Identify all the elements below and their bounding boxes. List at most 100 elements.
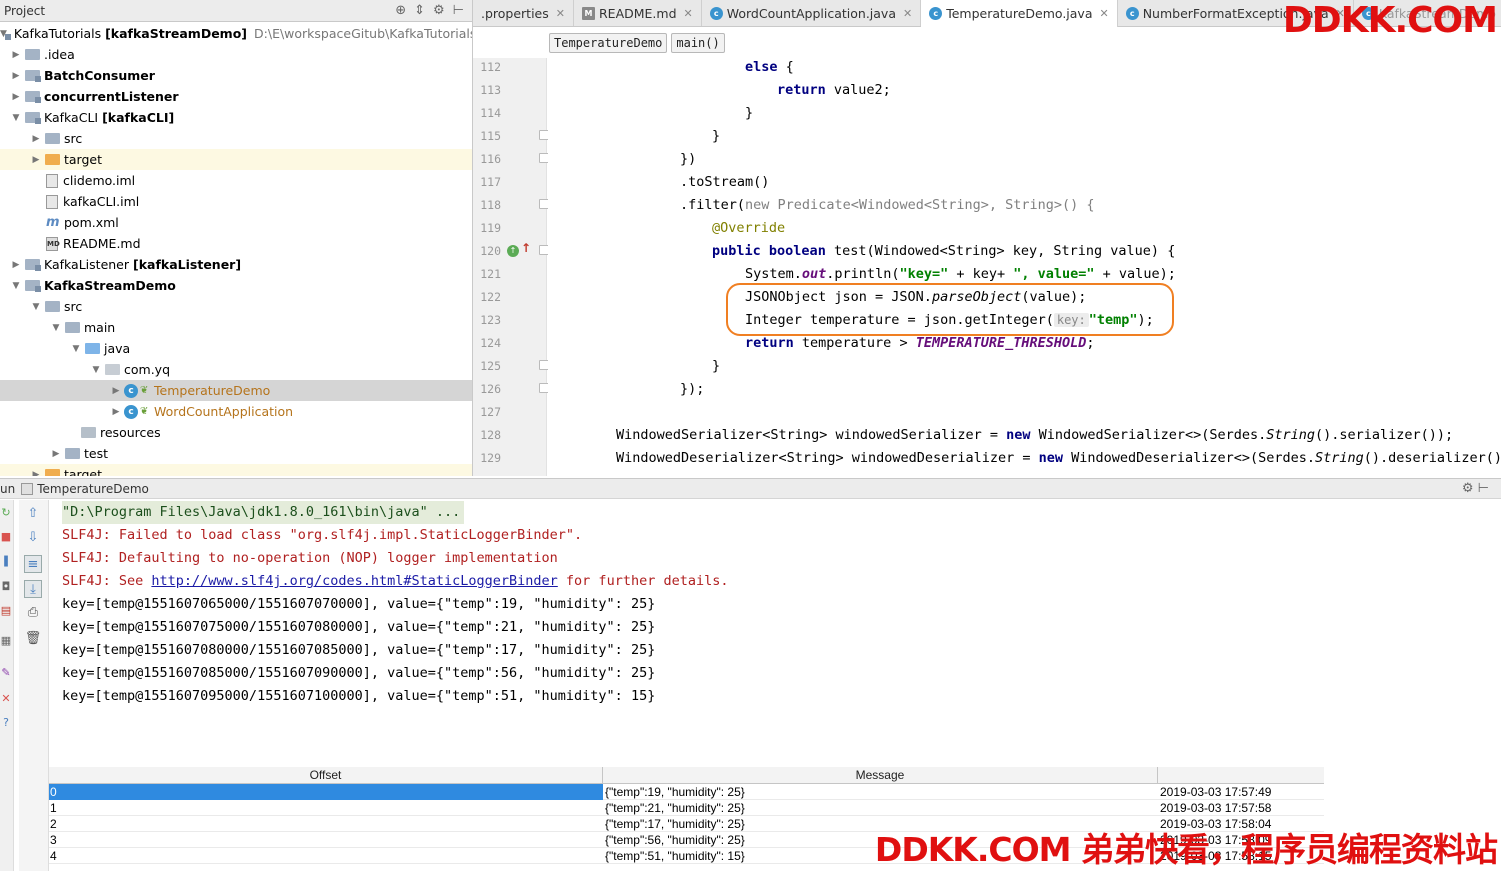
tree-item-target-2[interactable]: ▶ target	[0, 464, 472, 476]
override-arrow-icon[interactable]: ↑	[521, 241, 531, 255]
code-line-116: })	[680, 151, 697, 167]
table-row[interactable]: 0 {"temp":19, "humidity": 25} 2019-03-03…	[49, 784, 1324, 800]
tree-item-kafkacli-iml[interactable]: kafkaCLI.iml	[0, 191, 472, 212]
arrow-down-icon[interactable]: ⇩	[24, 529, 42, 547]
tree-item-java[interactable]: ▼ java	[0, 338, 472, 359]
keyword: public	[712, 243, 761, 259]
tree-item-kafkastreamdemo[interactable]: ▼ KafkaStreamDemo	[0, 275, 472, 296]
tab-temperaturedemo[interactable]: c TemperatureDemo.java ✕	[921, 0, 1118, 27]
tree-item-idea[interactable]: ▶ .idea	[0, 44, 472, 65]
close-icon[interactable]: ✕	[0, 692, 12, 705]
print-icon[interactable]: ⎙	[24, 604, 42, 622]
tree-item-temperaturedemo[interactable]: ▶ c ❦ TemperatureDemo	[0, 380, 472, 401]
watermark-top: DDKK.COM	[1282, 0, 1498, 41]
implements-method-icon[interactable]: ↑	[507, 245, 519, 257]
scroll-to-end-icon[interactable]: ⤓	[24, 580, 42, 598]
tree-item-target[interactable]: ▶ target	[0, 149, 472, 170]
table-row[interactable]: 1 {"temp":21, "humidity": 25} 2019-03-03…	[49, 800, 1324, 816]
hide-panel-icon[interactable]: ⊢	[453, 3, 464, 18]
tree-item-wordcountapplication[interactable]: ▶ c ❦ WordCountApplication	[0, 401, 472, 422]
tree-item-concurrentlistener[interactable]: ▶ concurrentListener	[0, 86, 472, 107]
expand-arrow-icon[interactable]: ▼	[90, 365, 102, 375]
expand-arrow-icon[interactable]: ▼	[30, 302, 42, 312]
expand-arrow-icon[interactable]: ▼	[70, 344, 82, 354]
tree-item-test[interactable]: ▶ test	[0, 443, 472, 464]
console-output[interactable]: "D:\Program Files\Java\jdk1.8.0_161\bin\…	[50, 500, 1501, 765]
code-line-129: WindowedDeserializer<String> windowedDes…	[616, 447, 1501, 470]
tab-readme[interactable]: M README.md ✕	[574, 0, 702, 26]
dump-threads-icon[interactable]: ▦	[0, 634, 12, 647]
close-icon[interactable]: ✕	[1099, 7, 1108, 20]
tree-item-pom-xml[interactable]: m pom.xml	[0, 212, 472, 233]
rerun-icon[interactable]: ↻	[0, 506, 12, 519]
module-folder-icon	[25, 259, 41, 271]
collapsed-arrow-icon[interactable]: ▶	[30, 155, 42, 165]
collapse-all-icon[interactable]: ⇕	[414, 3, 425, 18]
keyword: boolean	[768, 243, 826, 259]
tree-item-main[interactable]: ▼ main	[0, 317, 472, 338]
tree-item-kafkalistener[interactable]: ▶ KafkaListener [kafkaListener]	[0, 254, 472, 275]
run-settings-icon[interactable]: ⚙ ⊢	[1462, 481, 1489, 496]
settings-gear-icon[interactable]: ⚙	[433, 3, 445, 18]
collapsed-arrow-icon[interactable]: ▶	[50, 449, 62, 459]
stop-icon[interactable]: ■	[0, 530, 12, 543]
camera-icon[interactable]: ◘	[0, 580, 12, 593]
column-header-time[interactable]	[1158, 767, 1324, 784]
tree-item-src[interactable]: ▶ src	[0, 128, 472, 149]
help-icon[interactable]: ?	[0, 716, 12, 729]
scroll-from-source-icon[interactable]: ⊕	[395, 3, 406, 18]
expand-arrow-icon[interactable]: ▼	[10, 281, 22, 291]
tree-item-package[interactable]: ▼ com.yq	[0, 359, 472, 380]
folder-icon	[45, 301, 60, 312]
string-literal: "key="	[899, 266, 949, 282]
collapsed-arrow-icon[interactable]: ▶	[110, 407, 122, 417]
close-icon[interactable]: ✕	[556, 7, 565, 20]
console-link[interactable]: http://www.slf4j.org/codes.html#StaticLo…	[151, 573, 557, 589]
code-text: ;	[1086, 335, 1095, 351]
tree-item-clidemo-iml[interactable]: clidemo.iml	[0, 170, 472, 191]
code-editor[interactable]: else { return value2; } } }) .toStream()…	[548, 58, 1501, 476]
column-header-offset[interactable]: Offset	[49, 767, 603, 784]
run-config-name[interactable]: TemperatureDemo	[37, 482, 149, 496]
arrow-up-icon[interactable]: ⇧	[24, 505, 42, 523]
expand-arrow-icon[interactable]: ▼	[50, 323, 62, 333]
tree-item-resources[interactable]: resources	[0, 422, 472, 443]
line-number: 112	[480, 60, 501, 74]
column-header-message[interactable]: Message	[603, 767, 1158, 784]
collapsed-arrow-icon[interactable]: ▶	[10, 260, 22, 270]
excluded-folder-icon	[45, 469, 60, 476]
tree-item-root[interactable]: ▼ KafkaTutorials [kafkaStreamDemo] D:\E\…	[0, 23, 472, 44]
line-number: 115	[480, 129, 501, 143]
pause-icon[interactable]: ❚	[0, 554, 12, 567]
collapsed-arrow-icon[interactable]: ▶	[10, 92, 22, 102]
breadcrumb-method[interactable]: main()	[671, 33, 725, 53]
clear-all-icon[interactable]: 🗑	[24, 630, 42, 648]
tree-item-readme[interactable]: MD README.md	[0, 233, 472, 254]
class-icon: c	[1125, 6, 1139, 20]
console-command: "D:\Program Files\Java\jdk1.8.0_161\bin\…	[62, 501, 465, 524]
collapsed-arrow-icon[interactable]: ▶	[10, 71, 22, 81]
tab-label: .properties	[481, 5, 549, 21]
tab-wordcountapplication[interactable]: c WordCountApplication.java ✕	[702, 0, 922, 26]
watermark-bottom: DDKK.COM 弟弟快看，程序员编程资料站	[874, 830, 1498, 869]
console-toolbar: ⇧ ⇩ ≡ ⤓ ⎙ 🗑	[19, 500, 49, 871]
soft-wrap-icon[interactable]: ≡	[24, 555, 42, 573]
breadcrumb-class[interactable]: TemperatureDemo	[549, 33, 668, 53]
tree-item-kafkacli[interactable]: ▼ KafkaCLI [kafkaCLI]	[0, 107, 472, 128]
project-panel-title: Project	[4, 3, 46, 18]
collapsed-arrow-icon[interactable]: ▶	[30, 470, 42, 477]
restore-layout-icon[interactable]: ▤	[0, 604, 12, 617]
tree-item-src[interactable]: ▼ src	[0, 296, 472, 317]
line-number: 120	[480, 244, 501, 258]
pin-icon[interactable]: ✎	[0, 666, 12, 679]
tree-item-batchconsumer[interactable]: ▶ BatchConsumer	[0, 65, 472, 86]
expand-arrow-icon[interactable]: ▼	[10, 113, 22, 123]
collapsed-arrow-icon[interactable]: ▶	[110, 386, 122, 396]
collapsed-arrow-icon[interactable]: ▶	[10, 50, 22, 60]
console-output-line: key=[temp@1551607085000/1551607090000], …	[62, 665, 656, 681]
close-icon[interactable]: ✕	[903, 7, 912, 20]
close-icon[interactable]: ✕	[684, 7, 693, 20]
keyword: new	[1038, 450, 1064, 466]
tab-properties[interactable]: .properties ✕	[473, 0, 574, 26]
collapsed-arrow-icon[interactable]: ▶	[30, 134, 42, 144]
